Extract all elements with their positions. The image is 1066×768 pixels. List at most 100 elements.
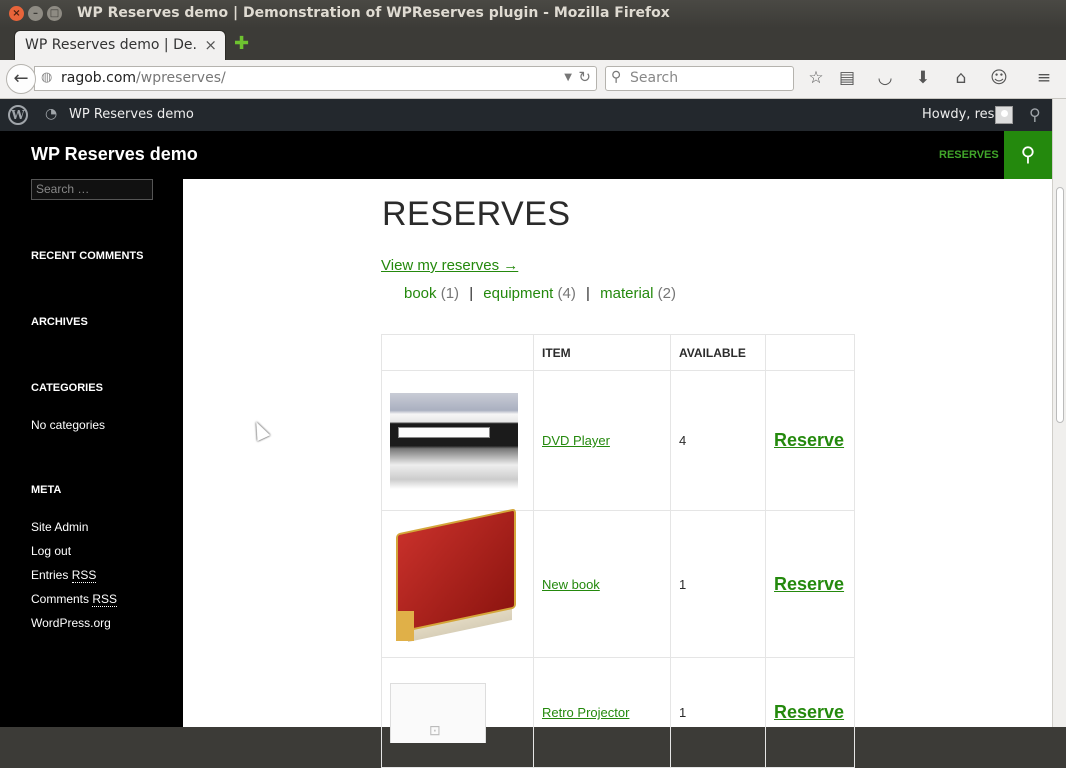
separator: | bbox=[586, 285, 590, 302]
header-item: ITEM bbox=[533, 334, 671, 371]
book-ribbon bbox=[396, 611, 414, 641]
scrollbar-thumb[interactable] bbox=[1056, 187, 1064, 423]
meta-link-wordpress-org[interactable]: WordPress.org bbox=[31, 616, 111, 630]
back-icon[interactable]: ← bbox=[6, 64, 36, 94]
item-cell: Retro Projector bbox=[533, 657, 671, 768]
no-categories-text: No categories bbox=[31, 418, 106, 432]
item-image-cell bbox=[381, 508, 534, 658]
chat-icon[interactable]: ☺ bbox=[988, 68, 1010, 88]
category-link-material[interactable]: material bbox=[600, 285, 653, 302]
browser-tab[interactable]: WP Reserves demo | De... × bbox=[14, 30, 226, 60]
rss-abbr: RSS bbox=[71, 568, 97, 583]
maximize-icon[interactable]: □ bbox=[47, 6, 62, 21]
category-filter: book (1) | equipment (4) | material (2) bbox=[404, 285, 676, 302]
window-controls: × – □ bbox=[9, 6, 62, 21]
available-cell: 4 bbox=[670, 370, 766, 511]
meta-link-site-admin[interactable]: Site Admin bbox=[31, 520, 88, 534]
view-my-reserves-link[interactable]: View my reserves → bbox=[381, 257, 518, 274]
entries-label: Entries bbox=[31, 568, 69, 582]
site-title[interactable]: WP Reserves demo bbox=[31, 144, 198, 165]
sidebar-search-placeholder: Search … bbox=[36, 182, 90, 196]
url-path: /wpreserves/ bbox=[136, 70, 226, 86]
search-icon: ⚲ bbox=[611, 69, 622, 85]
widget-title-meta: META bbox=[31, 484, 62, 496]
table-row: Retro Projector 1 Reserve bbox=[381, 657, 855, 768]
item-image-cell bbox=[381, 370, 534, 511]
action-cell: Reserve bbox=[765, 370, 855, 511]
scrollbar-top bbox=[1052, 99, 1066, 179]
tab-label: WP Reserves demo | De... bbox=[25, 37, 197, 53]
category-count: (2) bbox=[657, 285, 676, 302]
placeholder-image bbox=[390, 682, 486, 743]
sidebar: Search … RECENT COMMENTS ARCHIVES CATEGO… bbox=[0, 179, 183, 727]
item-cell: DVD Player bbox=[533, 370, 671, 511]
table-row: DVD Player 4 Reserve bbox=[381, 370, 855, 511]
item-image-cell bbox=[381, 657, 534, 768]
separator: | bbox=[469, 285, 474, 302]
new-tab-icon[interactable]: ✚ bbox=[234, 33, 249, 54]
meta-link-comments-rss[interactable]: Comments RSS bbox=[31, 592, 118, 607]
table-row: New book 1 Reserve bbox=[381, 508, 855, 658]
minimize-icon[interactable]: – bbox=[28, 6, 43, 21]
home-icon[interactable]: ⌂ bbox=[950, 68, 972, 88]
wp-admin-bar: W ◔ WP Reserves demo Howdy, res ⚲ bbox=[0, 99, 1052, 131]
meta-link-log-out[interactable]: Log out bbox=[31, 544, 71, 558]
reserve-button[interactable]: Reserve bbox=[774, 702, 844, 722]
header-image bbox=[381, 334, 534, 371]
category-link-book[interactable]: book bbox=[404, 285, 437, 302]
admin-site-name[interactable]: WP Reserves demo bbox=[69, 107, 194, 122]
book-image bbox=[390, 508, 518, 649]
reserve-button[interactable]: Reserve bbox=[774, 574, 844, 594]
howdy-user[interactable]: Howdy, res bbox=[922, 107, 994, 122]
category-count: (1) bbox=[440, 285, 460, 302]
main-content: RESERVES View my reserves → book (1) | e… bbox=[183, 179, 1052, 768]
sidebar-search-input[interactable]: Search … bbox=[31, 179, 153, 200]
pocket-icon[interactable]: ◡ bbox=[874, 68, 896, 88]
table-header-row: ITEM AVAILABLE bbox=[381, 334, 855, 371]
admin-search-icon[interactable]: ⚲ bbox=[1029, 105, 1041, 124]
vertical-scrollbar[interactable] bbox=[1052, 179, 1066, 727]
header-search-icon[interactable]: ⚲ bbox=[1004, 131, 1052, 179]
globe-icon: ◍ bbox=[41, 70, 53, 85]
widget-title-recent-comments: RECENT COMMENTS bbox=[31, 250, 144, 262]
item-link[interactable]: DVD Player bbox=[542, 433, 610, 448]
url-bar[interactable]: ◍ ragob.com/wpreserves/ ▼ ↻ bbox=[34, 66, 597, 91]
menu-icon[interactable]: ≡ bbox=[1033, 68, 1055, 88]
meta-link-entries-rss[interactable]: Entries RSS bbox=[31, 568, 97, 583]
header-action bbox=[765, 334, 855, 371]
nav-item-reserves[interactable]: RESERVES bbox=[939, 149, 999, 161]
available-cell: 1 bbox=[670, 510, 766, 658]
reading-list-icon[interactable]: ▤ bbox=[836, 68, 858, 88]
reload-icon[interactable]: ↻ bbox=[578, 68, 591, 86]
search-placeholder: Search bbox=[630, 70, 679, 86]
comments-label: Comments bbox=[31, 592, 90, 606]
header-available: AVAILABLE bbox=[670, 334, 766, 371]
widget-title-categories: CATEGORIES bbox=[31, 382, 103, 394]
dvd-player-image bbox=[390, 392, 518, 489]
tab-close-icon[interactable]: × bbox=[204, 36, 217, 54]
category-link-equipment[interactable]: equipment bbox=[483, 285, 553, 302]
page-title: RESERVES bbox=[382, 195, 571, 233]
rss-abbr: RSS bbox=[92, 592, 118, 607]
chevron-down-icon[interactable]: ▼ bbox=[564, 72, 572, 83]
browser-search-input[interactable]: ⚲ Search bbox=[605, 66, 794, 91]
avatar[interactable] bbox=[995, 106, 1013, 124]
tab-strip: WP Reserves demo | De... × ✚ bbox=[0, 28, 1066, 60]
bookmark-star-icon[interactable]: ☆ bbox=[805, 68, 827, 88]
reserve-button[interactable]: Reserve bbox=[774, 430, 844, 450]
action-cell: Reserve bbox=[765, 657, 855, 768]
download-icon[interactable]: ⬇ bbox=[912, 68, 934, 88]
url-text[interactable]: ragob.com/wpreserves/ bbox=[61, 70, 226, 86]
url-host: ragob.com bbox=[61, 70, 137, 86]
item-link[interactable]: Retro Projector bbox=[542, 705, 629, 720]
action-cell: Reserve bbox=[765, 510, 855, 658]
reserves-table: ITEM AVAILABLE DVD Player 4 Reserve New … bbox=[381, 334, 855, 768]
window-title: WP Reserves demo | Demonstration of WPRe… bbox=[77, 5, 670, 21]
category-count: (4) bbox=[557, 285, 576, 302]
item-link[interactable]: New book bbox=[542, 577, 600, 592]
wordpress-icon[interactable]: W bbox=[8, 105, 28, 125]
window-titlebar: × – □ WP Reserves demo | Demonstration o… bbox=[0, 0, 1066, 28]
dashboard-icon[interactable]: ◔ bbox=[45, 106, 57, 122]
close-icon[interactable]: × bbox=[9, 6, 24, 21]
item-cell: New book bbox=[533, 510, 671, 658]
